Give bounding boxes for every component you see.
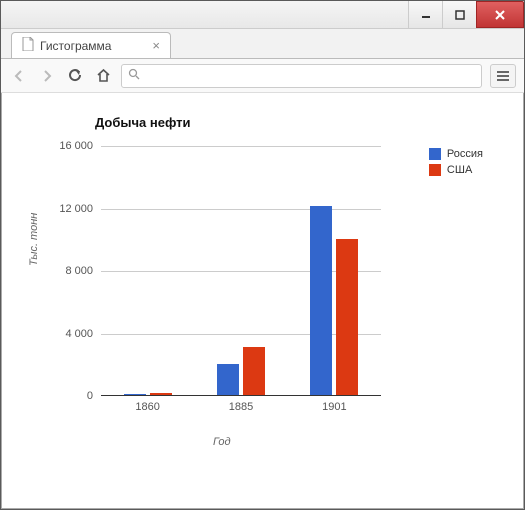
bar (310, 206, 332, 395)
plot-area: 04 0008 00012 00016 000186018851901 (101, 146, 381, 396)
arrow-right-icon (40, 69, 54, 83)
file-icon (22, 37, 34, 54)
close-icon (494, 10, 506, 20)
y-tick-label: 8 000 (65, 265, 93, 277)
x-axis-label: Год (213, 436, 231, 448)
maximize-icon (455, 10, 465, 20)
search-icon (128, 67, 140, 85)
gridline (101, 209, 381, 210)
window-titlebar (1, 1, 524, 29)
hamburger-icon (496, 70, 510, 82)
bar (150, 393, 172, 395)
browser-toolbar (1, 59, 524, 93)
minimize-icon (421, 10, 431, 20)
url-bar[interactable] (121, 64, 482, 88)
url-input[interactable] (144, 69, 475, 83)
minimize-button[interactable] (408, 1, 442, 28)
close-button[interactable] (476, 1, 524, 28)
bar (243, 347, 265, 395)
y-tick-label: 12 000 (59, 203, 93, 215)
legend-item: США (429, 164, 483, 176)
forward-button[interactable] (37, 66, 57, 86)
legend-swatch-icon (429, 164, 441, 176)
browser-window: Гистограмма × Добыча нефти Тыс. тон (0, 0, 525, 510)
browser-tab[interactable]: Гистограмма × (11, 32, 171, 58)
bar (217, 364, 239, 395)
legend-swatch-icon (429, 148, 441, 160)
x-tick-label: 1901 (322, 401, 346, 413)
x-tick-label: 1885 (229, 401, 253, 413)
arrow-left-icon (12, 69, 26, 83)
page-content: Добыча нефти Тыс. тонн Год 04 0008 00012… (3, 95, 522, 507)
home-button[interactable] (93, 66, 113, 86)
chart-title: Добыча нефти (95, 115, 502, 130)
x-tick-label: 1860 (135, 401, 159, 413)
bar (336, 239, 358, 395)
bar (124, 394, 146, 395)
tab-title: Гистограмма (40, 39, 111, 53)
legend-label: Россия (447, 148, 483, 160)
tab-close-icon[interactable]: × (152, 38, 160, 53)
home-icon (96, 68, 111, 83)
legend-label: США (447, 164, 472, 176)
y-tick-label: 16 000 (59, 140, 93, 152)
reload-icon (68, 68, 83, 83)
maximize-button[interactable] (442, 1, 476, 28)
y-tick-label: 0 (87, 390, 93, 402)
back-button[interactable] (9, 66, 29, 86)
menu-button[interactable] (490, 64, 516, 88)
gridline (101, 146, 381, 147)
y-tick-label: 4 000 (65, 328, 93, 340)
tab-strip: Гистограмма × (1, 29, 524, 59)
chart: Тыс. тонн Год 04 0008 00012 00016 000186… (23, 136, 483, 476)
reload-button[interactable] (65, 66, 85, 86)
y-axis-label: Тыс. тонн (28, 213, 40, 266)
legend-item: Россия (429, 148, 483, 160)
legend: Россия США (429, 148, 483, 180)
